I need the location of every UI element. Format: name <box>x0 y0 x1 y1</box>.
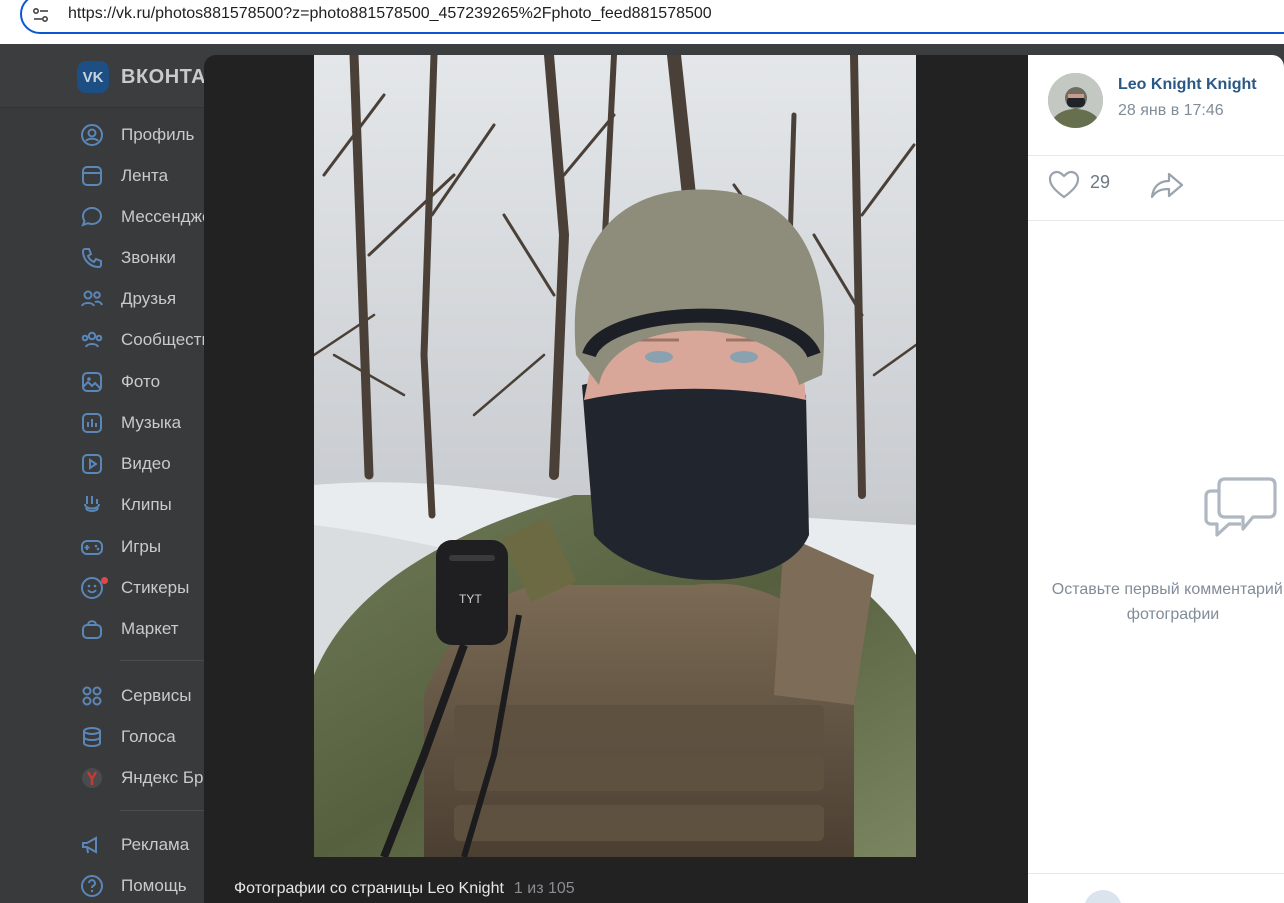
communities-icon <box>81 331 103 348</box>
post-date[interactable]: 28 янв в 17:46 <box>1118 102 1224 120</box>
empty-comments-line2: фотографии <box>1126 606 1220 623</box>
sidebar-item-label: Музыка <box>121 413 182 432</box>
avatar-image <box>1048 73 1103 128</box>
heart-icon[interactable] <box>1048 170 1080 200</box>
album-title[interactable]: Фотографии со страницы Leo Knight <box>234 880 504 897</box>
photo-counter: 1 из 105 <box>513 880 575 897</box>
sidebar-item-clips[interactable]: Клипы <box>80 490 210 520</box>
sidebar-divider <box>120 660 210 661</box>
like-count: 29 <box>1090 172 1111 192</box>
sidebar-item-label: Звонки <box>121 248 176 267</box>
current-user-avatar <box>1084 890 1122 903</box>
sidebar-item-label: Лента <box>121 166 169 185</box>
svg-text:TYT: TYT <box>459 592 482 606</box>
sidebar-item-help[interactable]: Помощь <box>80 871 210 901</box>
clips-icon <box>84 496 100 512</box>
sidebar-item-label: Фото <box>121 372 161 391</box>
profile-icon <box>81 124 103 146</box>
selfie-photo: TYT <box>314 55 916 857</box>
sidebar-item-ads[interactable]: Реклама <box>80 830 210 860</box>
sidebar-item-label: Видео <box>121 454 171 473</box>
photo-viewer: TYT Фотографии со страницы Leo Knight 1 и… <box>204 55 1028 903</box>
sidebar-item-label: Мессенджер <box>121 207 210 226</box>
yandex-icon <box>82 768 102 788</box>
photo-caption: Фотографии со страницы Leo Knight 1 из 10… <box>234 880 575 898</box>
comments-icon <box>1204 477 1277 537</box>
sidebar-item-profile[interactable]: Профиль <box>80 120 210 150</box>
phone-icon <box>81 248 102 269</box>
sidebar-item-votes[interactable]: Голоса <box>80 722 210 752</box>
notification-dot <box>101 577 108 584</box>
sidebar-item-photo[interactable]: Фото <box>80 367 210 397</box>
sidebar-item-label: Сервисы <box>121 686 192 705</box>
sidebar-item-label: Профиль <box>121 125 195 144</box>
votes-icon <box>83 727 101 748</box>
messenger-icon <box>81 206 103 227</box>
sidebar-item-label: Яндекс Браузер <box>121 768 210 787</box>
sidebar-item-games[interactable]: Игры <box>80 532 210 562</box>
feed-icon <box>82 166 102 186</box>
ads-icon <box>82 836 97 854</box>
sidebar-item-calls[interactable]: Звонки <box>80 243 210 273</box>
sidebar-item-video[interactable]: Видео <box>80 449 210 479</box>
sidebar-item-stickers[interactable]: Стикеры <box>80 573 210 603</box>
photo-info-panel: Leo Knight Knight 28 янв в 17:46 29 Оста… <box>1028 55 1284 903</box>
share-icon[interactable] <box>1150 170 1184 200</box>
sidebar-item-label: Клипы <box>121 495 172 514</box>
sidebar-item-label: Маркет <box>121 619 179 638</box>
photo-icon <box>82 372 102 392</box>
sidebar-item-market[interactable]: Маркет <box>80 614 210 644</box>
sidebar-item-label: Помощь <box>121 876 187 895</box>
help-icon <box>81 875 103 897</box>
sidebar-item-label: Сообщества <box>121 330 210 349</box>
sidebar-item-music[interactable]: Музыка <box>80 408 210 438</box>
sidebar-divider <box>120 810 210 811</box>
site-settings-icon[interactable] <box>32 6 50 24</box>
sidebar-item-messenger[interactable]: Мессенджер <box>80 202 210 232</box>
services-icon <box>82 686 102 706</box>
photo-image[interactable]: TYT <box>314 55 916 857</box>
sidebar-item-friends[interactable]: Друзья <box>80 284 210 314</box>
sidebar-item-label: Голоса <box>121 727 176 746</box>
sidebar-item-communities[interactable]: Сообщества <box>80 325 210 355</box>
empty-comments-text: Оставьте первый комментарий к фотографии <box>1028 577 1284 627</box>
comment-input-bar[interactable] <box>1028 873 1284 903</box>
market-icon <box>82 620 102 639</box>
sidebar-item-feed[interactable]: Лента <box>80 161 210 191</box>
browser-address-bar: https://vk.ru/photos881578500?z=photo881… <box>0 0 1284 44</box>
empty-comments-line1: Оставьте первый комментарий к <box>1051 581 1284 598</box>
sidebar-item-label: Стикеры <box>121 578 190 597</box>
games-icon <box>81 540 103 555</box>
photo-actions: 29 <box>1028 155 1284 221</box>
music-icon <box>82 413 102 433</box>
sidebar-item-services[interactable]: Сервисы <box>80 681 210 711</box>
sidebar-item-label: Друзья <box>121 289 177 308</box>
url-text[interactable]: https://vk.ru/photos881578500?z=photo881… <box>68 5 712 23</box>
sidebar-item-yandex-browser[interactable]: Яндекс Браузер <box>80 763 210 793</box>
sidebar-item-label: Реклама <box>121 835 190 854</box>
friends-icon <box>81 290 103 307</box>
sidebar-item-label: Игры <box>121 537 162 556</box>
author-name[interactable]: Leo Knight Knight <box>1118 76 1257 94</box>
vk-logo[interactable]: VK <box>77 61 109 93</box>
avatar[interactable] <box>1048 73 1103 128</box>
video-icon <box>82 454 102 474</box>
